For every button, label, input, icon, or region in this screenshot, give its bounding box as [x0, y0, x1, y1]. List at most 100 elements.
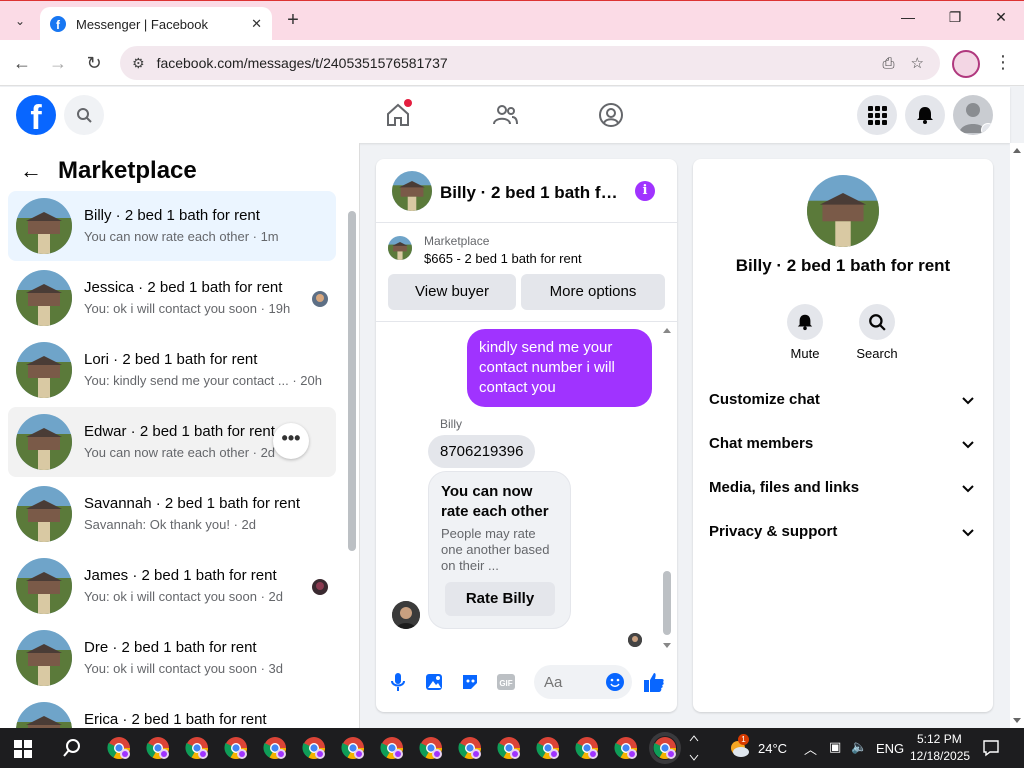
- url-text[interactable]: facebook.com/messages/t/2405351576581737: [157, 55, 883, 71]
- chrome-taskbar-icon[interactable]: [341, 736, 365, 760]
- sender-avatar[interactable]: [392, 601, 420, 629]
- weather-icon[interactable]: 1: [728, 734, 749, 758]
- volume-icon[interactable]: 🔈: [851, 739, 867, 755]
- chat-thumbnail[interactable]: [392, 171, 432, 211]
- menu-button[interactable]: [857, 95, 897, 135]
- customize-chat-section[interactable]: Customize chat: [709, 391, 979, 419]
- rate-billy-button[interactable]: Rate Billy: [445, 582, 555, 616]
- chat-title[interactable]: Billy · 2 bed 1 bath fo...: [440, 183, 620, 203]
- temperature[interactable]: 24°C: [758, 741, 787, 756]
- minimize-icon[interactable]: —: [893, 9, 923, 25]
- windows-taskbar: 1 24°C ︿ ▣ 🔈 ENG 5:12 PM 12/18/2025: [0, 728, 1024, 768]
- chrome-taskbar-icon[interactable]: [107, 736, 131, 760]
- conversation-item[interactable]: Savannah · 2 bed 1 bath for rent Savanna…: [8, 479, 336, 549]
- search-button[interactable]: Search: [847, 304, 907, 361]
- new-tab-button[interactable]: +: [282, 9, 304, 31]
- media-files-links-section[interactable]: Media, files and links: [709, 479, 979, 507]
- scroll-down-icon[interactable]: [1010, 714, 1024, 728]
- clock-date[interactable]: 12/18/2025: [910, 749, 970, 763]
- account-avatar[interactable]: ⌄: [953, 95, 993, 135]
- clock-time[interactable]: 5:12 PM: [917, 732, 962, 746]
- conversation-item[interactable]: Billy · 2 bed 1 bath for rent You can no…: [8, 191, 336, 261]
- groups-nav-button[interactable]: [595, 99, 627, 131]
- outgoing-message[interactable]: kindly send me your contact number i wil…: [467, 329, 652, 407]
- incoming-message[interactable]: 8706219396: [428, 435, 536, 468]
- conversation-item[interactable]: Dre · 2 bed 1 bath for rent You: ok i wi…: [8, 623, 336, 693]
- tab-search-icon[interactable]: ⌄: [8, 9, 32, 33]
- chrome-taskbar-icon[interactable]: [497, 736, 521, 760]
- chrome-taskbar-icon[interactable]: [614, 736, 638, 760]
- site-info-icon[interactable]: ⚙: [132, 55, 145, 72]
- like-icon[interactable]: [643, 671, 665, 693]
- back-icon[interactable]: ←: [10, 51, 34, 75]
- chrome-taskbar-icon[interactable]: [146, 736, 170, 760]
- scrollbar-thumb[interactable]: [348, 211, 356, 551]
- chrome-taskbar-icon[interactable]: [419, 736, 443, 760]
- window-close-icon[interactable]: ✕: [986, 9, 1016, 26]
- maximize-icon[interactable]: ❐: [940, 9, 970, 26]
- browser-tab[interactable]: f Messenger | Facebook ✕: [40, 7, 272, 41]
- reload-icon[interactable]: ↻: [82, 51, 106, 75]
- chat-scrollbar[interactable]: [662, 325, 672, 651]
- tab-close-icon[interactable]: ✕: [251, 16, 262, 32]
- language[interactable]: ENG: [876, 741, 904, 756]
- install-app-icon[interactable]: ⎙: [883, 55, 895, 72]
- more-options-button[interactable]: More options: [521, 274, 665, 310]
- browser-profile-icon[interactable]: [952, 50, 980, 78]
- chrome-taskbar-icon[interactable]: [653, 736, 677, 760]
- notifications-button[interactable]: [905, 95, 945, 135]
- address-bar[interactable]: ⚙ facebook.com/messages/t/24053515765817…: [120, 46, 940, 80]
- chrome-taskbar-icon[interactable]: [224, 736, 248, 760]
- photo-icon[interactable]: [423, 671, 445, 693]
- bookmark-star-icon[interactable]: ☆: [911, 54, 924, 72]
- chrome-taskbar-icon[interactable]: [575, 736, 599, 760]
- tray-expand-icon[interactable]: ︿: [804, 739, 817, 758]
- facebook-logo-icon[interactable]: f: [16, 95, 56, 135]
- meet-icon[interactable]: ▣: [829, 739, 841, 755]
- microphone-icon[interactable]: [387, 671, 409, 693]
- listing-description[interactable]: $665 - 2 bed 1 bath for rent: [424, 251, 582, 266]
- section-label: Media, files and links: [709, 479, 860, 496]
- scroll-up-icon[interactable]: [662, 325, 672, 335]
- mute-button[interactable]: Mute: [775, 304, 835, 361]
- conversation-name: Billy · 2 bed 1 bath for rent: [84, 207, 260, 224]
- privacy-support-section[interactable]: Privacy & support: [709, 523, 979, 551]
- conversation-item[interactable]: Edwar · 2 bed 1 bath for rent You can no…: [8, 407, 336, 477]
- sidebar-scrollbar[interactable]: [346, 203, 356, 723]
- scroll-up-icon[interactable]: [1010, 143, 1024, 157]
- conversation-item[interactable]: Jessica · 2 bed 1 bath for rent You: ok …: [8, 263, 336, 333]
- chrome-taskbar-icon[interactable]: [302, 736, 326, 760]
- chrome-taskbar-icon[interactable]: [380, 736, 404, 760]
- chrome-taskbar-icon[interactable]: [185, 736, 209, 760]
- chrome-taskbar-icon[interactable]: [263, 736, 287, 760]
- listing-category: Marketplace: [424, 234, 490, 248]
- rating-card-title: You can now rate each other: [441, 483, 549, 520]
- seen-avatar: [312, 579, 328, 595]
- back-arrow-icon[interactable]: ←: [20, 158, 42, 184]
- notification-center-icon[interactable]: [982, 739, 1000, 757]
- friends-nav-button[interactable]: [489, 99, 521, 131]
- conversation-item[interactable]: Lori · 2 bed 1 bath for rent You: kindly…: [8, 335, 336, 405]
- conversation-item[interactable]: James · 2 bed 1 bath for rent You: ok i …: [8, 551, 336, 621]
- chrome-taskbar-icon[interactable]: [458, 736, 482, 760]
- forward-icon[interactable]: →: [46, 51, 70, 75]
- windows-start-icon[interactable]: [14, 740, 32, 758]
- sticker-icon[interactable]: [459, 671, 481, 693]
- facebook-search-button[interactable]: [64, 95, 104, 135]
- conversation-item[interactable]: Erica · 2 bed 1 bath for rent: [8, 695, 336, 728]
- scroll-down-icon[interactable]: [662, 641, 672, 651]
- view-buyer-button[interactable]: View buyer: [388, 274, 516, 310]
- info-icon[interactable]: i: [635, 181, 655, 201]
- chrome-taskbar-icon[interactable]: [536, 736, 560, 760]
- browser-menu-icon[interactable]: ⋮: [994, 52, 1012, 73]
- chat-members-section[interactable]: Chat members: [709, 435, 979, 463]
- page-scrollbar[interactable]: [1010, 143, 1024, 728]
- emoji-icon[interactable]: [604, 671, 626, 693]
- taskbar-overflow-icon[interactable]: [688, 731, 700, 765]
- home-nav-button[interactable]: [382, 99, 414, 131]
- gif-icon[interactable]: GIF: [495, 671, 517, 693]
- conversation-name: Jessica · 2 bed 1 bath for rent: [84, 279, 283, 296]
- conversation-options-button[interactable]: •••: [273, 423, 309, 459]
- scrollbar-thumb[interactable]: [663, 571, 671, 635]
- taskbar-search-icon[interactable]: [62, 738, 82, 758]
